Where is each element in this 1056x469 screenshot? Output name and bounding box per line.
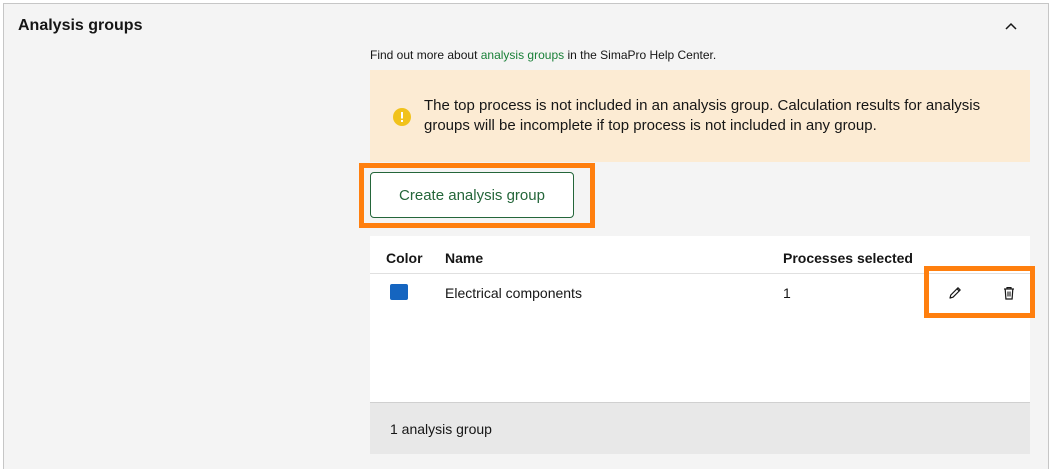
warning-notification: The top process is not included in an an… [370, 70, 1030, 162]
table-footer: 1 analysis group [370, 402, 1030, 454]
column-header-name: Name [445, 250, 484, 266]
color-swatch [390, 284, 408, 300]
help-link-analysis-groups[interactable]: analysis groups [481, 48, 564, 62]
group-name: Electrical components [445, 285, 582, 301]
create-analysis-group-button[interactable]: Create analysis group [370, 172, 574, 218]
chevron-up-icon[interactable] [1001, 17, 1021, 37]
help-suffix: in the SimaPro Help Center. [564, 48, 717, 62]
warning-text: The top process is not included in an an… [424, 97, 981, 134]
group-count: 1 analysis group [390, 421, 492, 437]
warning-circle-icon [393, 108, 411, 126]
column-header-color: Color [386, 250, 423, 266]
help-text: Find out more about analysis groups in t… [370, 48, 716, 62]
highlight-box-actions [924, 266, 1035, 318]
section-title: Analysis groups [18, 17, 143, 34]
help-prefix: Find out more about [370, 48, 481, 62]
column-header-processes-selected: Processes selected [783, 250, 913, 266]
processes-selected-count: 1 [783, 285, 791, 301]
